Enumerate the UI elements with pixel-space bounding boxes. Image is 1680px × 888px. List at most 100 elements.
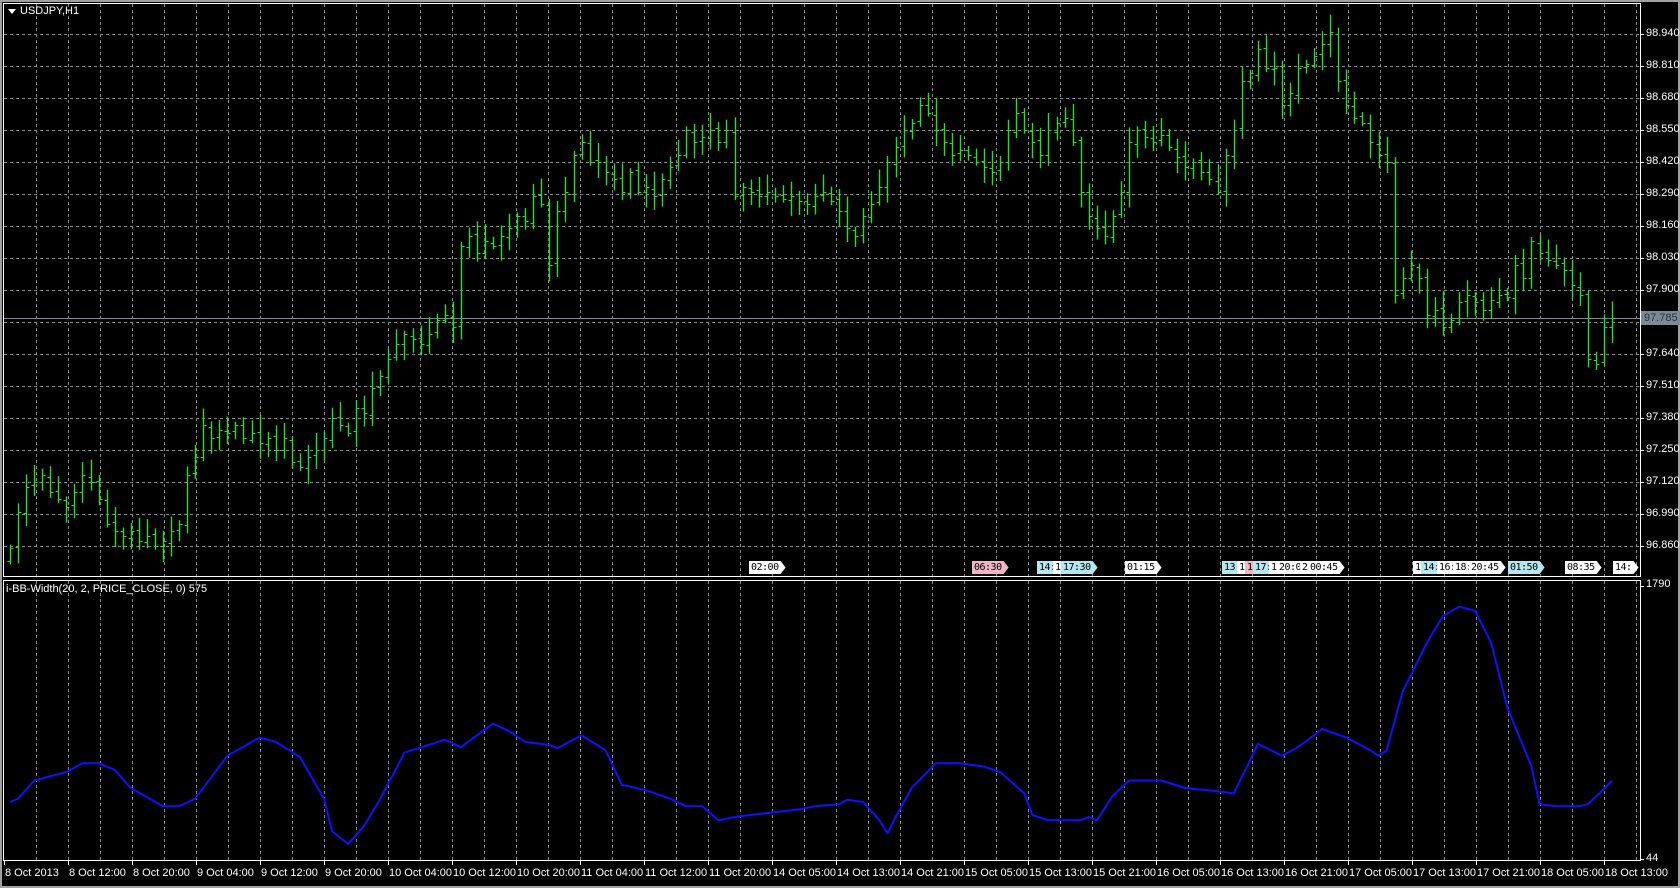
ohlc-bar	[128, 523, 135, 550]
chart-canvas[interactable]	[0, 0, 1680, 888]
event-marker[interactable]: 06:30	[972, 561, 1009, 574]
ohlc-bar	[160, 530, 167, 562]
time-label: 15 Oct 21:00	[1093, 867, 1156, 879]
ohlc-bar	[216, 419, 223, 451]
ohlc-bar	[1553, 244, 1560, 270]
ohlc-bar	[273, 425, 280, 462]
price-label: 97.380	[1646, 411, 1680, 423]
ohlc-bar	[208, 421, 215, 454]
ohlc-bar	[321, 431, 328, 462]
ohlc-bar	[1496, 277, 1503, 308]
ohlc-bar	[1577, 272, 1584, 306]
time-label: 14 Oct 21:00	[901, 867, 964, 879]
ohlc-bar	[538, 178, 545, 208]
ohlc-bar	[168, 516, 175, 557]
ohlc-bar	[377, 370, 384, 397]
ohlc-bar	[1094, 205, 1101, 240]
ohlc-bar	[1231, 119, 1238, 170]
time-label: 8 Oct 20:00	[133, 867, 190, 879]
price-label: 96.860	[1646, 539, 1680, 551]
price-label: 98.420	[1646, 155, 1680, 167]
ohlc-bar	[136, 517, 143, 550]
ohlc-bar	[635, 161, 642, 196]
ohlc-bar	[1062, 107, 1069, 128]
event-marker[interactable]: 01:15	[1125, 561, 1162, 574]
event-marker[interactable]: 08:35	[1565, 561, 1602, 574]
ohlc-bar	[7, 544, 14, 565]
ohlc-bar	[184, 466, 191, 534]
ohlc-bar	[1198, 151, 1205, 181]
chart-title[interactable]: USDJPY,H1	[8, 5, 79, 17]
time-label: 17 Oct 05:00	[1349, 867, 1412, 879]
ohlc-bar	[1327, 14, 1334, 58]
ohlc-bar	[410, 328, 417, 353]
event-marker[interactable]: 17:30	[1061, 561, 1098, 574]
ohlc-bar	[458, 242, 465, 340]
time-label: 17 Oct 13:00	[1413, 867, 1476, 879]
ohlc-bar	[949, 132, 956, 166]
ohlc-bar	[353, 400, 360, 447]
price-label: 98.290	[1646, 187, 1680, 199]
ohlc-bar	[667, 156, 674, 189]
ohlc-bar	[1182, 141, 1189, 181]
event-marker[interactable]: 14:	[1613, 561, 1639, 574]
ohlc-bar	[820, 174, 827, 202]
ohlc-bar	[176, 520, 183, 542]
ohlc-bar	[1142, 120, 1149, 149]
price-label: 97.120	[1646, 475, 1680, 487]
ohlc-bar	[1512, 255, 1519, 315]
ohlc-bar	[683, 126, 690, 159]
price-label: 98.810	[1646, 59, 1680, 71]
ohlc-bar	[393, 329, 400, 361]
ohlc-bar	[884, 156, 891, 203]
ohlc-bar	[603, 156, 610, 186]
ohlc-bar	[1021, 108, 1028, 134]
time-label: 17 Oct 21:00	[1477, 867, 1540, 879]
ohlc-bar	[200, 408, 207, 462]
ohlc-bar	[442, 304, 449, 324]
ohlc-bar	[1206, 159, 1213, 186]
ohlc-bar	[1416, 263, 1423, 294]
dropdown-triangle-icon[interactable]	[8, 8, 16, 14]
ohlc-bar	[1504, 288, 1511, 302]
ohlc-bar	[490, 236, 497, 250]
ohlc-bar	[901, 115, 908, 158]
bb-width-line	[9, 605, 1613, 845]
price-label: 98.160	[1646, 219, 1680, 231]
ohlc-bar	[240, 417, 247, 444]
ohlc-bar	[981, 148, 988, 183]
ohlc-bar	[973, 148, 980, 166]
ohlc-bar	[482, 223, 489, 260]
time-label: 11 Oct 12:00	[645, 867, 708, 879]
ohlc-bar	[1528, 237, 1535, 289]
ohlc-bar	[474, 221, 481, 262]
ohlc-bar	[1440, 290, 1447, 336]
ohlc-bar	[418, 325, 425, 356]
ohlc-bar	[925, 92, 932, 117]
ohlc-bar	[1392, 157, 1399, 304]
event-marker[interactable]: 01:50	[1508, 561, 1545, 574]
time-label: 9 Oct 12:00	[261, 867, 318, 879]
ohlc-bar	[1569, 259, 1576, 299]
ohlc-bar	[1239, 66, 1246, 140]
event-marker[interactable]: 20:45	[1469, 561, 1506, 574]
time-label: 18 Oct 05:00	[1541, 867, 1604, 879]
ohlc-bar	[546, 198, 553, 282]
ohlc-bar	[1520, 248, 1527, 292]
ohlc-bar	[265, 431, 272, 458]
ohlc-bar	[1174, 138, 1181, 174]
price-label: 97.250	[1646, 443, 1680, 455]
ohlc-bar	[723, 119, 730, 149]
ohlc-bar	[401, 330, 408, 361]
ohlc-bar	[828, 186, 835, 206]
ohlc-bar	[941, 123, 948, 156]
ohlc-bar	[249, 420, 256, 444]
ohlc-bar	[868, 191, 875, 224]
ohlc-bar	[144, 519, 151, 549]
ohlc-bar	[1351, 91, 1358, 124]
time-label: 14 Oct 05:00	[773, 867, 836, 879]
ohlc-bar	[71, 483, 78, 519]
ohlc-bar	[1102, 210, 1109, 245]
event-marker[interactable]: 02:00	[749, 561, 786, 574]
event-marker[interactable]: 00:45	[1308, 561, 1345, 574]
